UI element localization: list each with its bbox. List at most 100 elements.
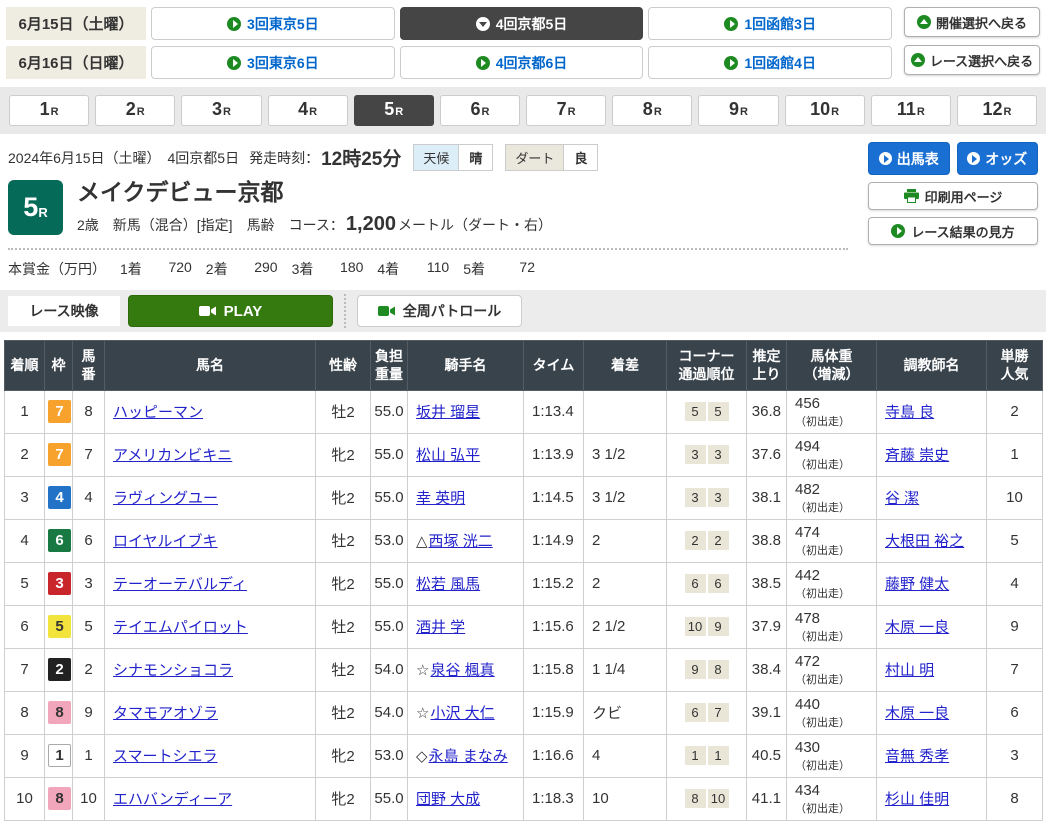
race-date-meeting: 2024年6月15日（土曜） 4回京都5日 [8, 148, 239, 168]
day-row: 6月16日（日曜）3回東京6日4回京都6日1回函館4日 [6, 46, 892, 79]
jockey-name-link[interactable]: 団野 大成 [416, 791, 480, 808]
race-tab-10R[interactable]: 10R [785, 95, 865, 126]
corner-order-cell: 55 [667, 390, 747, 433]
trainer-name-link[interactable]: 寺島 良 [885, 404, 934, 421]
trainer-name-link[interactable]: 杉山 佳明 [885, 791, 949, 808]
horse-name-link[interactable]: アメリカンビキニ [113, 447, 232, 464]
horse-name-link[interactable]: エハバンディーア [113, 791, 232, 808]
race-tab-number: 12 [982, 99, 1002, 120]
jockey-name-link[interactable]: 永島 まなみ [429, 748, 508, 765]
jockey-name-link[interactable]: 松若 風馬 [416, 576, 480, 593]
day-meeting-selector: 6月15日（土曜）3回東京5日4回京都5日1回函館3日6月16日（日曜）3回東京… [0, 0, 1046, 79]
race-tab-6R[interactable]: 6R [440, 95, 520, 126]
horse-name-link[interactable]: ハッピーマン [113, 404, 203, 421]
meeting-button[interactable]: 1回函館4日 [648, 46, 892, 79]
race-tab-number: 8 [643, 99, 653, 120]
column-header: タイム [524, 341, 584, 390]
frame-badge: 2 [48, 658, 71, 681]
carried-weight: 55.0 [371, 433, 408, 476]
race-video-play-button[interactable]: PLAY [128, 295, 333, 327]
trainer-name-link[interactable]: 藤野 健太 [885, 576, 949, 593]
column-header: 性齢 [316, 341, 371, 390]
arrow-right-icon [724, 17, 738, 31]
race-tab-8R[interactable]: 8R [612, 95, 692, 126]
margin: 3 1/2 [584, 433, 667, 476]
odds-button[interactable]: オッズ [957, 142, 1039, 175]
result-row: 889タマモアオゾラ牡254.0☆小沢 大仁1:15.9クビ6739.1440（… [5, 691, 1043, 734]
finish-position: 5 [5, 562, 45, 605]
meeting-label: 3回東京5日 [247, 14, 319, 34]
jockey-name-link[interactable]: 松山 弘平 [416, 447, 480, 464]
race-tab-7R[interactable]: 7R [526, 95, 606, 126]
race-tab-1R[interactable]: 1R [9, 95, 89, 126]
day-date-label: 6月16日（日曜） [6, 46, 146, 79]
win-popularity: 3 [987, 734, 1043, 777]
back-to-race-select-button[interactable]: レース選択へ戻る [904, 45, 1040, 75]
horse-name-cell: シナモンショコラ [105, 648, 316, 691]
race-tab-suffix: R [309, 106, 317, 118]
corner-position: 9 [685, 660, 706, 679]
race-tab-12R[interactable]: 12R [957, 95, 1037, 126]
jockey-name-link[interactable]: 酒井 学 [416, 619, 465, 636]
horse-name-link[interactable]: テーオーテバルディ [113, 576, 247, 593]
race-tab-11R[interactable]: 11R [871, 95, 951, 126]
carried-weight: 54.0 [371, 648, 408, 691]
horse-name-link[interactable]: スマートシエラ [113, 748, 218, 765]
jockey-apprentice-mark: ◇ [416, 748, 428, 765]
arrow-up-icon [917, 15, 931, 29]
print-page-button[interactable]: 印刷用ページ [868, 182, 1038, 210]
race-tab-5R[interactable]: 5R [354, 95, 434, 126]
estimated-last-3f: 37.6 [747, 433, 787, 476]
printer-icon [904, 189, 919, 203]
jockey-apprentice-mark: △ [416, 533, 428, 550]
meeting-button[interactable]: 4回京都6日 [400, 46, 644, 79]
frame-cell: 2 [45, 648, 73, 691]
meeting-button[interactable]: 3回東京5日 [151, 7, 395, 40]
meeting-button[interactable]: 4回京都5日 [400, 7, 644, 40]
trainer-name-link[interactable]: 木原 一良 [885, 619, 949, 636]
trainer-name-link[interactable]: 大根田 裕之 [885, 533, 964, 550]
finish-time: 1:16.6 [524, 734, 584, 777]
patrol-video-button[interactable]: 全周パトロール [357, 295, 522, 327]
jockey-name-link[interactable]: 泉谷 楓真 [430, 662, 494, 679]
horse-name-link[interactable]: ラヴィングユー [113, 490, 218, 507]
race-tab-9R[interactable]: 9R [698, 95, 778, 126]
meeting-button[interactable]: 1回函館3日 [648, 7, 892, 40]
race-tab-4R[interactable]: 4R [268, 95, 348, 126]
back-to-meeting-select-button[interactable]: 開催選択へ戻る [904, 7, 1040, 37]
frame-badge: 7 [48, 400, 71, 423]
jockey-name-link[interactable]: 西塚 洸二 [429, 533, 493, 550]
jockey-name-link[interactable]: 幸 英明 [416, 490, 465, 507]
sex-age: 牡2 [316, 691, 371, 734]
race-tab-3R[interactable]: 3R [181, 95, 261, 126]
margin: 1 1/4 [584, 648, 667, 691]
frame-badge: 6 [48, 529, 71, 552]
result-row: 277アメリカンビキニ牝255.0松山 弘平1:13.93 1/23337.64… [5, 433, 1043, 476]
jockey-name-link[interactable]: 坂井 瑠星 [416, 404, 480, 421]
corner-position: 10 [708, 789, 729, 808]
race-tab-suffix: R [395, 106, 403, 118]
results-guide-button[interactable]: レース結果の見方 [868, 217, 1038, 245]
horse-name-link[interactable]: テイエムパイロット [113, 619, 248, 636]
win-popularity: 10 [987, 476, 1043, 519]
trainer-name-link[interactable]: 木原 一良 [885, 705, 949, 722]
horse-weight-note: （初出走） [795, 803, 850, 815]
jockey-name-link[interactable]: 小沢 大仁 [430, 705, 494, 722]
meeting-button[interactable]: 3回東京6日 [151, 46, 395, 79]
entries-button[interactable]: 出馬表 [868, 142, 950, 175]
horse-name-link[interactable]: シナモンショコラ [113, 662, 233, 679]
horse-name-link[interactable]: タマモアオゾラ [113, 705, 218, 722]
prize-4: 4着110 [377, 259, 449, 279]
race-tab-number: 10 [810, 99, 830, 120]
race-tab-2R[interactable]: 2R [95, 95, 175, 126]
trainer-name-link[interactable]: 谷 潔 [885, 490, 919, 507]
finish-position: 7 [5, 648, 45, 691]
trainer-name-link[interactable]: 村山 明 [885, 662, 934, 679]
corner-position: 7 [708, 703, 729, 722]
trainer-name-link[interactable]: 斉藤 崇史 [885, 447, 949, 464]
margin: クビ [584, 691, 667, 734]
horse-number: 9 [73, 691, 105, 734]
frame-badge: 4 [48, 486, 71, 509]
horse-name-link[interactable]: ロイヤルイブキ [113, 533, 218, 550]
trainer-name-link[interactable]: 音無 秀孝 [885, 748, 949, 765]
